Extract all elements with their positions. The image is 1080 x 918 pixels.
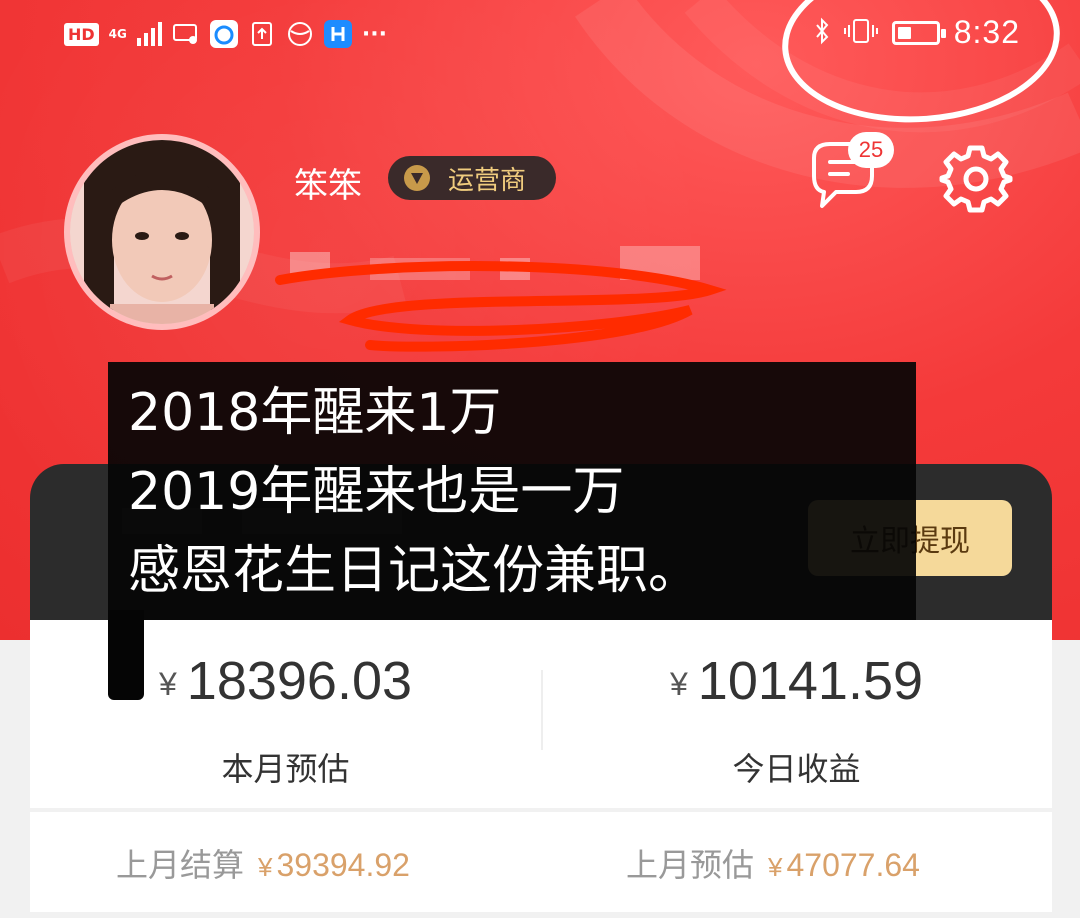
settings-button[interactable] [936,138,1016,218]
last-month-settled-label: 上月结算 [116,846,245,884]
last-month-estimate[interactable]: 上月预估 ¥47077.64 [626,840,920,886]
earnings-panel: ¥18396.03 本月预估 ¥10141.59 今日收益 [30,620,1052,808]
today-income[interactable]: ¥10141.59 今日收益 [541,620,1052,808]
currency-symbol: ¥ [158,666,177,703]
currency-symbol: ¥ [669,666,688,703]
h-app-icon [323,20,352,48]
caption-overlay-tab [108,610,144,700]
month-estimate[interactable]: ¥18396.03 本月预估 [30,620,541,808]
cast-icon [172,20,200,48]
upload-app-icon [248,20,276,48]
month-estimate-label: 本月预估 [221,750,350,788]
caption-line-1: 2018年醒来1万 [128,383,502,443]
last-month-estimate-value: 47077.64 [786,847,920,883]
last-month-settled-value: 39394.92 [276,847,410,883]
currency-symbol: ¥ [258,852,273,882]
role-crown-icon [404,165,430,191]
role-badge-label: 运营商 [448,165,527,196]
signal-icon [136,22,162,46]
redaction-scribble [275,261,727,352]
network-type: 4G [108,27,127,41]
browser-app-icon [209,20,238,48]
today-income-label: 今日收益 [732,750,861,788]
settlement-row: 上月结算 ¥39394.92 上月预估 ¥47077.64 [30,812,1052,912]
gear-icon [939,145,1013,213]
avatar-photo [70,140,254,324]
username: 笨笨 [294,166,362,206]
role-badge[interactable]: 运营商 [388,156,557,200]
currency-symbol: ¥ [768,852,783,882]
caption-line-3: 感恩花生日记这份兼职。 [128,541,701,601]
caption-line-2: 2019年醒来也是一万 [128,462,625,522]
month-estimate-value: 18396.03 [186,651,413,711]
hd-indicator: HD [64,22,99,46]
avatar[interactable] [64,134,260,330]
more-notifications-icon: ··· [361,21,387,47]
caption-overlay: 2018年醒来1万 2019年醒来也是一万 感恩花生日记这份兼职。 [108,362,916,620]
globe-app-icon [286,20,314,48]
today-income-value: 10141.59 [697,651,924,711]
message-count-badge: 25 [848,132,894,168]
last-month-settled[interactable]: 上月结算 ¥39394.92 [116,840,410,886]
last-month-estimate-label: 上月预估 [626,846,755,884]
